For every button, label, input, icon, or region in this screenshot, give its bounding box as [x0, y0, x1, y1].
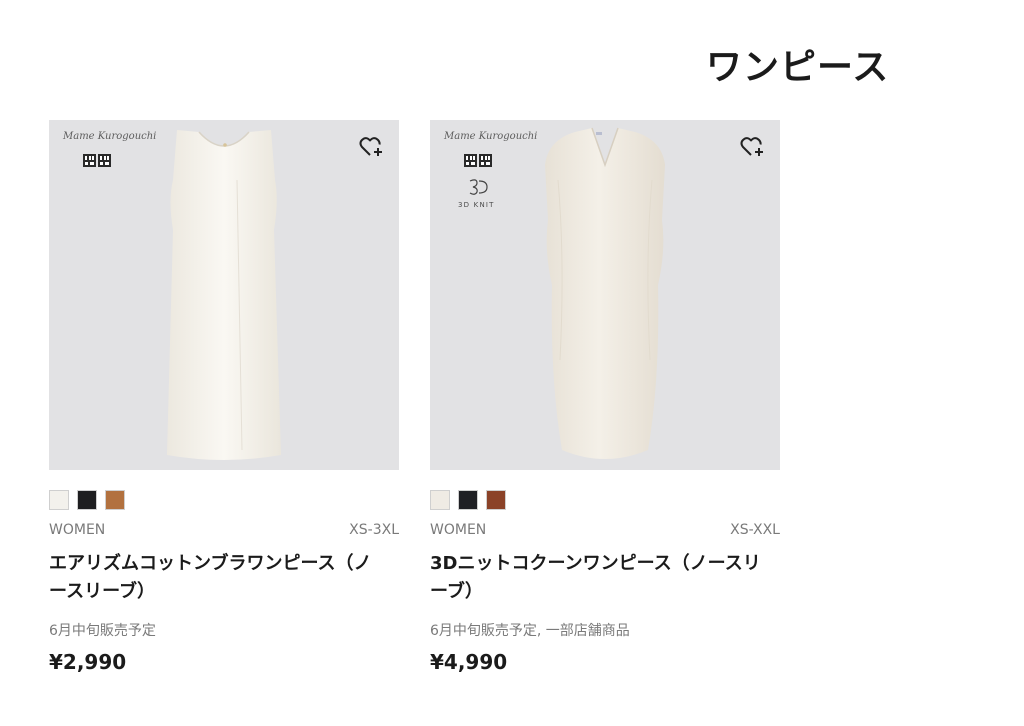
3d-knit-badge: 3D KNIT [458, 201, 495, 209]
availability-note: 6月中旬販売予定, 一部店舗商品 [430, 623, 630, 639]
availability-note: 6月中旬販売予定 [49, 623, 156, 639]
3d-knit-icon [469, 179, 488, 195]
product-image[interactable]: Mame Kurogouchi 3D KNIT [430, 120, 780, 470]
product-image[interactable]: Mame Kurogouchi [49, 120, 399, 470]
brand-watermark: Mame Kurogouchi [63, 131, 157, 142]
color-swatch-brown[interactable] [486, 490, 506, 510]
color-swatch-white[interactable] [49, 490, 69, 510]
product-name-line: ースリーブ） [49, 581, 156, 602]
size-range: XS-XXL [730, 522, 780, 538]
color-swatch-white[interactable] [430, 490, 450, 510]
product-name-line: ーブ） [430, 581, 483, 602]
gender-category: WOMEN [49, 522, 106, 538]
product-card[interactable]: Mame Kurogouchi 3D KNIT WOMEN XS-XXL 3Dニ… [430, 120, 780, 674]
size-range: XS-3XL [349, 522, 399, 538]
product-name[interactable]: エアリズムコットンブラワンピース（ノ ースリーブ） [49, 550, 399, 606]
brand-watermark: Mame Kurogouchi [444, 131, 538, 142]
product-name-line: エアリズムコットンブラワンピース（ノ [49, 553, 372, 574]
color-swatch-brown[interactable] [105, 490, 125, 510]
product-meta: WOMEN XS-3XL [49, 522, 399, 538]
page-title: ワンピース [706, 47, 890, 88]
heart-plus-icon[interactable] [359, 135, 385, 159]
dress-image [545, 127, 665, 459]
product-price: ¥2,990 [49, 650, 127, 674]
dress-image [167, 130, 281, 460]
uniqlo-logo-icon [464, 154, 492, 167]
color-swatch-black[interactable] [458, 490, 478, 510]
heart-plus-icon[interactable] [740, 135, 766, 159]
uniqlo-logo-icon [83, 154, 111, 167]
product-meta: WOMEN XS-XXL [430, 522, 780, 538]
color-swatch-black[interactable] [77, 490, 97, 510]
product-card[interactable]: Mame Kurogouchi WOMEN XS-3XL エアリズムコットンブラ… [49, 120, 399, 674]
product-name-line: 3Dニットコクーンワンピース（ノースリ [430, 553, 761, 574]
product-name[interactable]: 3Dニットコクーンワンピース（ノースリ ーブ） [430, 550, 780, 606]
product-price: ¥4,990 [430, 650, 508, 674]
gender-category: WOMEN [430, 522, 487, 538]
